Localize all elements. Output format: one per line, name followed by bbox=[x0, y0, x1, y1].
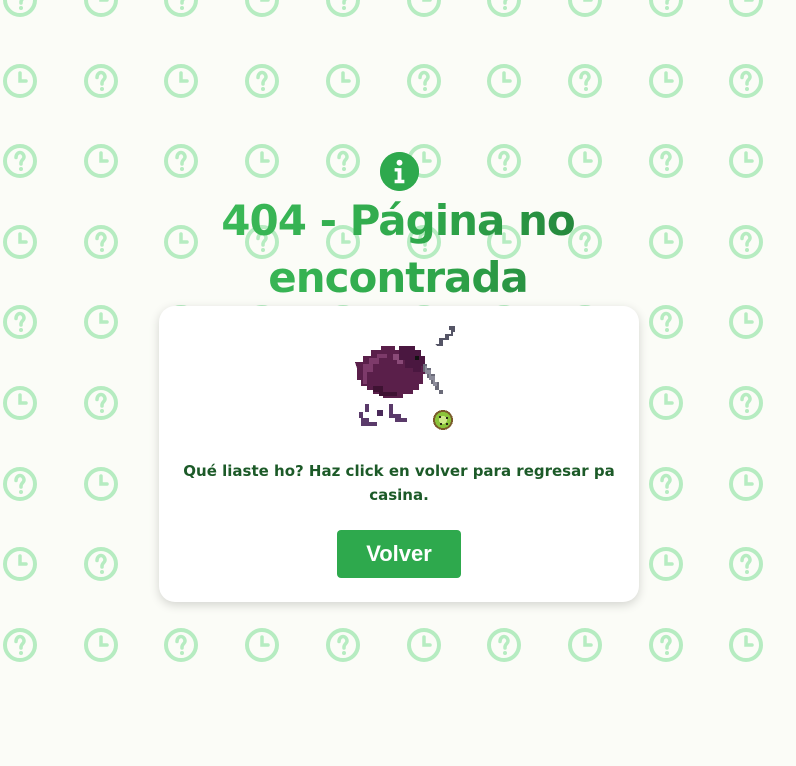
error-card: Qué liaste ho? Haz click en volver para … bbox=[159, 306, 639, 602]
error-message: Qué liaste ho? Haz click en volver para … bbox=[183, 462, 615, 504]
error-page: 404 - Página no encontrada Qué liaste ho… bbox=[0, 0, 796, 766]
page-title: 404 - Página no encontrada bbox=[150, 192, 646, 306]
volver-button[interactable]: Volver bbox=[337, 530, 461, 578]
info-icon bbox=[380, 152, 419, 191]
kiwi-bird-image bbox=[337, 320, 463, 432]
